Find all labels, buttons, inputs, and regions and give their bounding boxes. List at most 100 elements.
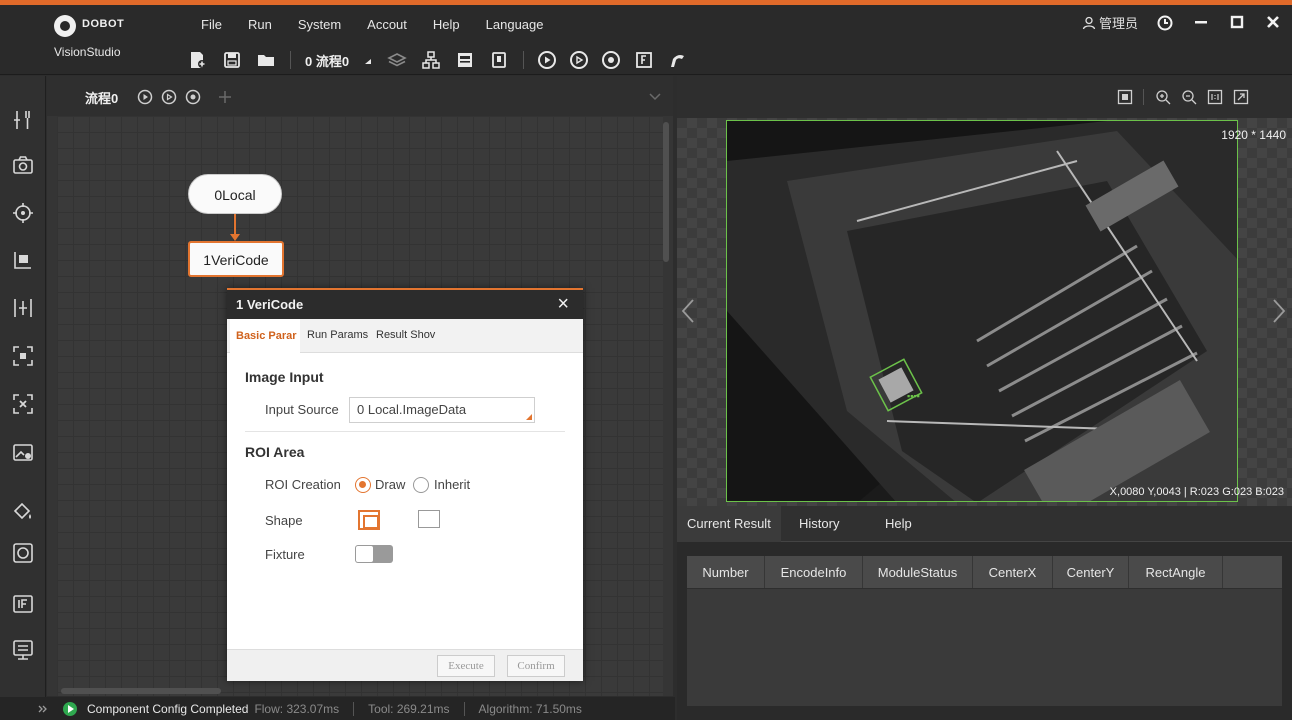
menu-run[interactable]: Run xyxy=(235,15,285,35)
defect-icon[interactable] xyxy=(11,541,35,565)
col-encode-info[interactable]: EncodeInfo xyxy=(765,556,863,588)
menu-system[interactable]: System xyxy=(285,15,354,35)
robot-arm-icon[interactable] xyxy=(668,50,688,70)
flow-run-once-icon[interactable] xyxy=(137,89,153,105)
roi-draw-radio[interactable] xyxy=(355,477,371,493)
user-menu[interactable]: 管理员 xyxy=(1082,13,1138,32)
image-input-section: Image Input xyxy=(245,369,324,385)
new-solution-icon[interactable] xyxy=(188,50,208,70)
status-ok-icon xyxy=(63,701,77,716)
tools-icon[interactable] xyxy=(11,108,35,132)
select-corner-icon xyxy=(526,414,532,420)
add-flow-icon[interactable] xyxy=(217,89,233,105)
communication-icon[interactable] xyxy=(489,50,509,70)
tab-history[interactable]: History xyxy=(789,506,849,542)
roi-inherit-radio[interactable] xyxy=(413,477,429,493)
zoom-out-icon[interactable] xyxy=(1181,89,1197,105)
run-loop-icon[interactable] xyxy=(570,51,589,69)
layers-icon[interactable] xyxy=(387,50,407,70)
image-process-icon[interactable] xyxy=(11,441,35,465)
dialog-footer: Execute Confirm xyxy=(227,649,583,681)
flow-node-local[interactable]: 0Local xyxy=(188,174,282,214)
result-panel: Current Result History Help Number Encod… xyxy=(677,506,1292,720)
expand-status-icon[interactable] xyxy=(38,704,48,714)
fixture-label: Fixture xyxy=(265,547,305,562)
dropdown-triangle-icon[interactable] xyxy=(363,50,373,70)
run-once-icon[interactable] xyxy=(538,51,557,69)
tab-help[interactable]: Help xyxy=(875,506,922,542)
actual-size-icon[interactable] xyxy=(1207,89,1223,105)
confirm-button[interactable]: Confirm xyxy=(507,655,565,677)
menu-account[interactable]: Accout xyxy=(354,15,420,35)
toolbar-divider xyxy=(523,51,525,69)
locate-icon[interactable] xyxy=(11,201,35,225)
variable-icon[interactable] xyxy=(455,50,475,70)
roi-draw-label[interactable]: Draw xyxy=(375,477,405,492)
col-module-status[interactable]: ModuleStatus xyxy=(863,556,973,588)
communication-tool-icon[interactable] xyxy=(11,638,35,662)
image-canvas[interactable]: ▪▪▪▪ 1920 * 1440 X,0080 Y,0043 | R:023 G… xyxy=(677,118,1292,506)
flow-stop-icon[interactable] xyxy=(185,89,201,105)
fixture-toggle[interactable] xyxy=(355,545,393,563)
col-center-x[interactable]: CenterX xyxy=(973,556,1053,588)
col-center-y[interactable]: CenterY xyxy=(1053,556,1129,588)
clock-icon[interactable] xyxy=(1156,14,1174,32)
viewer-divider xyxy=(1143,89,1144,105)
menu-language[interactable]: Language xyxy=(473,15,557,35)
function-icon[interactable] xyxy=(634,50,654,70)
col-number[interactable]: Number xyxy=(687,556,765,588)
close-icon[interactable] xyxy=(1264,14,1282,32)
flow-horizontal-scrollbar[interactable] xyxy=(61,688,221,694)
maximize-icon[interactable] xyxy=(1228,14,1246,32)
tab-current-result[interactable]: Current Result xyxy=(677,506,781,542)
execute-button[interactable]: Execute xyxy=(437,655,495,677)
pixel-info: X,0080 Y,0043 | R:023 G:023 B:023 xyxy=(1109,486,1284,498)
tab-flow-0[interactable]: 流程0 xyxy=(85,88,118,107)
col-rect-angle[interactable]: RectAngle xyxy=(1129,556,1223,588)
previous-image-icon[interactable] xyxy=(681,298,695,324)
tab-run-params[interactable]: Run Params xyxy=(307,329,371,341)
input-source-select[interactable]: 0 Local.ImageData xyxy=(349,397,535,423)
fit-window-icon[interactable] xyxy=(1117,89,1133,105)
flow-selector[interactable]: 0 流程0 xyxy=(305,51,349,70)
next-image-icon[interactable] xyxy=(1272,298,1286,324)
calibration-icon[interactable] xyxy=(11,296,35,320)
barcode-tool-icon[interactable] xyxy=(11,392,35,416)
algorithm-time: Algorithm: 71.50ms xyxy=(478,701,582,716)
minimize-icon[interactable] xyxy=(1192,14,1210,32)
recognition-icon[interactable] xyxy=(11,344,35,368)
chip-image: ▪▪▪▪ xyxy=(727,121,1237,501)
logic-if-icon[interactable] xyxy=(11,592,35,616)
shape-alt-icon[interactable] xyxy=(418,510,440,528)
camera-icon[interactable] xyxy=(11,153,35,177)
open-folder-icon[interactable] xyxy=(256,50,276,70)
tab-result-show[interactable]: Result Shov xyxy=(376,329,442,341)
roi-inherit-label[interactable]: Inherit xyxy=(434,477,470,492)
flow-connector xyxy=(234,214,236,236)
vision-studio-window: DOBOT VisionStudio File Run System Accou… xyxy=(0,0,1292,720)
measure-icon[interactable] xyxy=(11,248,35,272)
brand: DOBOT VisionStudio xyxy=(52,13,142,69)
dialog-close-icon[interactable]: × xyxy=(557,293,569,316)
flow-node-vericode[interactable]: 1VeriCode xyxy=(188,241,284,277)
global-module-icon[interactable] xyxy=(421,50,441,70)
menu-file[interactable]: File xyxy=(188,15,235,35)
flow-run-loop-icon[interactable] xyxy=(161,89,177,105)
tool-time: Tool: 269.21ms xyxy=(368,701,450,716)
viewer-toolbar xyxy=(677,76,1292,118)
zoom-in-icon[interactable] xyxy=(1155,89,1171,105)
shape-rectangle-icon[interactable] xyxy=(358,510,380,530)
flow-tabs-dropdown-icon[interactable] xyxy=(649,92,661,102)
fullscreen-icon[interactable] xyxy=(1233,89,1249,105)
window-controls: 管理员 xyxy=(1082,13,1282,32)
status-bar: Component Config Completed Flow: 323.07m… xyxy=(0,697,675,720)
tab-basic-params[interactable]: Basic Parar xyxy=(230,319,300,353)
stop-icon[interactable] xyxy=(602,51,621,69)
save-icon[interactable] xyxy=(222,50,242,70)
flow-vertical-scrollbar[interactable] xyxy=(663,122,669,262)
color-fill-icon[interactable] xyxy=(11,499,35,523)
user-name: 管理员 xyxy=(1098,16,1138,31)
status-message: Component Config Completed xyxy=(87,701,249,716)
menu-help[interactable]: Help xyxy=(420,15,473,35)
decode-overlay-text: ▪▪▪▪ xyxy=(907,391,920,401)
